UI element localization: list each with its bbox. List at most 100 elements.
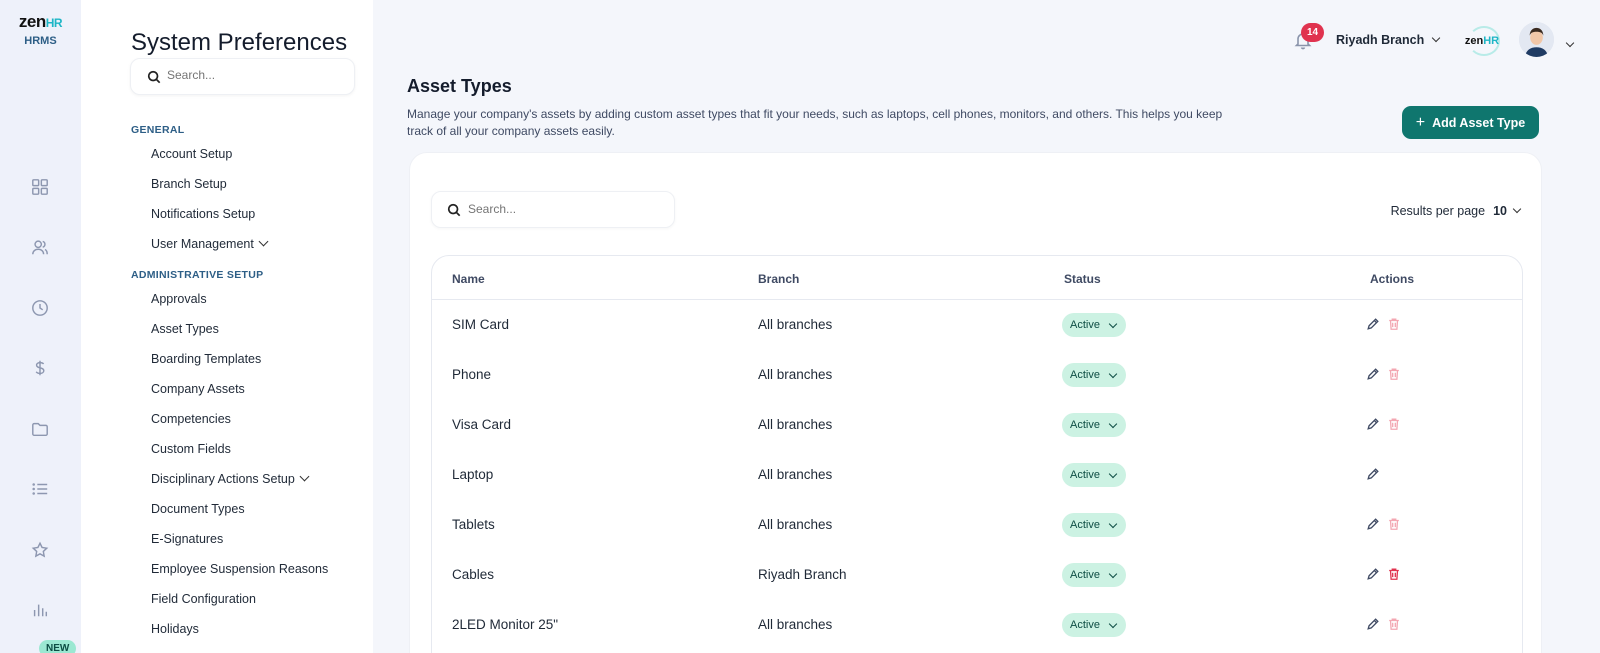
folder-icon[interactable] xyxy=(29,418,51,440)
chevron-down-icon xyxy=(1108,519,1118,528)
row-branch: All branches xyxy=(758,617,833,632)
chevron-down-icon xyxy=(1108,619,1118,628)
avatar[interactable] xyxy=(1519,22,1554,57)
search-icon xyxy=(447,203,461,217)
table-search-input[interactable] xyxy=(468,202,658,216)
chevron-down-icon xyxy=(1108,419,1118,428)
column-header-branch: Branch xyxy=(758,272,800,286)
results-per-page[interactable]: Results per page 10 xyxy=(1390,204,1522,218)
delete-icon[interactable] xyxy=(1387,367,1401,381)
sidebar-item-document-types[interactable]: Document Types xyxy=(151,502,245,516)
row-branch: All branches xyxy=(758,467,833,482)
chart-icon[interactable] xyxy=(29,599,51,621)
company-logo[interactable]: zenHR xyxy=(1463,28,1501,54)
clock-icon[interactable] xyxy=(29,297,51,319)
sidebar-item-e-signatures[interactable]: E-Signatures xyxy=(151,532,223,546)
row-name: SIM Card xyxy=(452,317,510,332)
status-badge: Active xyxy=(1070,469,1100,481)
sidebar-item-holidays[interactable]: Holidays xyxy=(151,622,199,636)
people-icon[interactable] xyxy=(29,236,51,258)
row-name: Phone xyxy=(452,367,492,382)
status-badge: Active xyxy=(1070,319,1100,331)
status-dropdown[interactable]: Active xyxy=(1062,363,1126,387)
edit-icon[interactable] xyxy=(1366,567,1380,581)
sidebar-item-company-assets[interactable]: Company Assets xyxy=(151,382,245,396)
edit-icon[interactable] xyxy=(1366,517,1380,531)
edit-icon[interactable] xyxy=(1366,467,1380,481)
results-per-page-value: 10 xyxy=(1493,204,1507,218)
row-name: Cables xyxy=(452,567,495,582)
chevron-down-icon xyxy=(1431,33,1441,43)
edit-icon[interactable] xyxy=(1366,367,1380,381)
sidebar-item-branch-setup[interactable]: Branch Setup xyxy=(151,177,227,191)
status-dropdown[interactable]: Active xyxy=(1062,563,1126,587)
status-dropdown[interactable]: Active xyxy=(1062,313,1126,337)
row-branch: All branches xyxy=(758,517,833,532)
column-header-actions: Actions xyxy=(1370,272,1415,286)
sidebar-item-boarding-templates[interactable]: Boarding Templates xyxy=(151,352,261,366)
branch-selector-label: Riyadh Branch xyxy=(1336,33,1425,47)
sidebar-item-custom-fields[interactable]: Custom Fields xyxy=(151,442,231,456)
row-name: Tablets xyxy=(452,517,495,532)
logo-subtitle: HRMS xyxy=(24,35,57,47)
logo-brand-hr: HR xyxy=(45,16,63,30)
company-logo-text: zen xyxy=(1464,35,1484,47)
sidebar-item-label: User Management xyxy=(151,237,254,251)
section-administrative-setup: ADMINISTRATIVE SETUP xyxy=(131,269,264,281)
sidebar-item-competencies[interactable]: Competencies xyxy=(151,412,231,426)
status-dropdown[interactable]: Active xyxy=(1062,413,1126,437)
dollar-icon[interactable] xyxy=(29,357,51,379)
sidebar-item-employee-suspension-reasons[interactable]: Employee Suspension Reasons xyxy=(151,562,328,576)
logo-brand: zen xyxy=(18,12,46,31)
list-icon[interactable] xyxy=(29,478,51,500)
sidebar-item-asset-types[interactable]: Asset Types xyxy=(151,322,219,336)
dashboard-icon[interactable] xyxy=(29,176,51,198)
edit-icon[interactable] xyxy=(1366,317,1380,331)
status-dropdown[interactable]: Active xyxy=(1062,463,1126,487)
status-dropdown[interactable]: Active xyxy=(1062,513,1126,537)
settings-sidebar: System Preferences GENERAL Account Setup… xyxy=(81,0,373,653)
chevron-down-icon[interactable] xyxy=(1565,36,1575,54)
chevron-down-icon xyxy=(1512,204,1522,214)
branch-selector[interactable]: Riyadh Branch xyxy=(1336,33,1441,47)
sidebar-item-account-setup[interactable]: Account Setup xyxy=(151,147,232,161)
column-header-name: Name xyxy=(452,272,485,286)
new-badge: NEW xyxy=(39,640,77,653)
row-branch: Riyadh Branch xyxy=(758,567,847,582)
chevron-down-icon xyxy=(1108,569,1118,578)
sidebar-item-field-configuration[interactable]: Field Configuration xyxy=(151,592,256,606)
edit-icon[interactable] xyxy=(1366,417,1380,431)
sidebar-item-disciplinary-actions-setup[interactable]: Disciplinary Actions Setup xyxy=(151,471,310,486)
page-title: Asset Types xyxy=(407,76,512,96)
table-row: Visa Card All branches Active xyxy=(432,400,1522,450)
table-row: Laptop All branches Active xyxy=(432,450,1522,500)
status-badge: Active xyxy=(1070,519,1100,531)
notification-count-badge: 14 xyxy=(1301,23,1324,42)
sidebar-item-user-management[interactable]: User Management xyxy=(151,236,269,251)
sidebar-item-approvals[interactable]: Approvals xyxy=(151,292,207,306)
add-asset-type-button[interactable]: + Add Asset Type xyxy=(1402,106,1539,139)
table-row: Phone All branches Active xyxy=(432,350,1522,400)
table-header: Name Branch Status Actions xyxy=(432,256,1522,300)
row-branch: All branches xyxy=(758,317,833,332)
delete-icon[interactable] xyxy=(1387,567,1401,581)
delete-icon[interactable] xyxy=(1387,317,1401,331)
edit-icon[interactable] xyxy=(1366,617,1380,631)
delete-icon[interactable] xyxy=(1387,417,1401,431)
company-logo-hr: HR xyxy=(1483,35,1500,47)
status-badge: Active xyxy=(1070,419,1100,431)
sidebar-item-notifications-setup[interactable]: Notifications Setup xyxy=(151,207,255,221)
chevron-down-icon xyxy=(1108,369,1118,378)
sidebar-search[interactable] xyxy=(130,58,355,95)
results-per-page-label: Results per page xyxy=(1390,204,1486,218)
chevron-down-icon xyxy=(258,236,269,247)
row-name: Laptop xyxy=(452,467,494,482)
star-icon[interactable] xyxy=(29,539,51,561)
row-name: 2LED Monitor 25" xyxy=(452,617,559,632)
app-logo[interactable]: zenHR HRMS xyxy=(0,12,81,47)
sidebar-search-input[interactable] xyxy=(167,68,337,82)
delete-icon[interactable] xyxy=(1387,617,1401,631)
status-dropdown[interactable]: Active xyxy=(1062,613,1126,637)
delete-icon[interactable] xyxy=(1387,517,1401,531)
table-search[interactable] xyxy=(431,191,675,228)
